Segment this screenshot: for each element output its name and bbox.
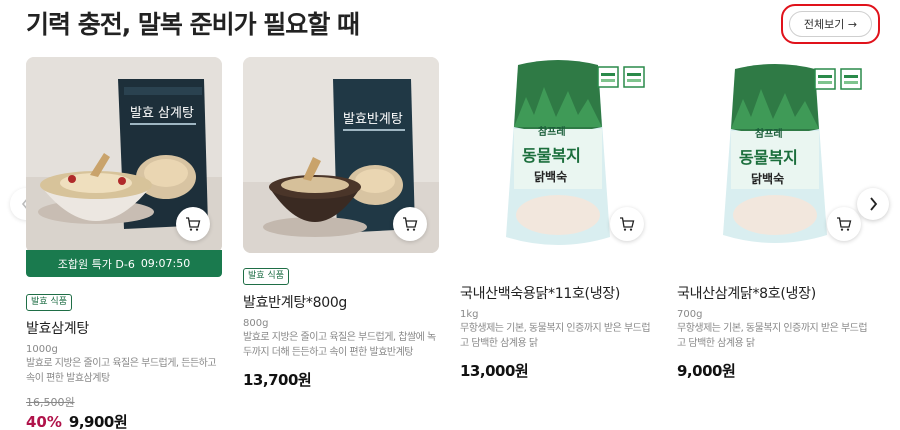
- view-all-highlight: 전체보기 →: [781, 4, 880, 44]
- deal-timer: 09:07:50: [140, 257, 191, 270]
- product-description: 무항생제는 기본, 동물복지 인증까지 받은 부드럽고 담백한 삼계용 닭: [677, 323, 868, 349]
- product-card[interactable]: 발효반계탕 발효 식품 발효반계탕*800g 800g 발효로 지방은 줄이고 …: [243, 57, 439, 389]
- chevron-right-icon: [870, 197, 878, 211]
- product-tag: 발효 식품: [243, 268, 289, 285]
- package-subtitle: 닭백숙: [534, 169, 567, 184]
- product-image[interactable]: 발효 삼계탕: [26, 57, 222, 253]
- product-card[interactable]: 참프레 동물복지 닭백숙 국내산삼계닭*8호(냉장) 700g 무항생제는 기본…: [677, 57, 873, 380]
- product-name[interactable]: 국내산백숙용닭*11호(냉장): [460, 283, 656, 303]
- original-price: 16,500원: [26, 396, 75, 409]
- package-brand: 참프레: [538, 125, 566, 138]
- product-tag: 발효 식품: [26, 294, 72, 311]
- package-title: 동물복지: [522, 146, 581, 165]
- add-to-cart-button[interactable]: [827, 207, 861, 241]
- product-price: 13,000원: [460, 362, 529, 380]
- package-subtitle: 닭백숙: [751, 171, 784, 186]
- add-to-cart-button[interactable]: [610, 207, 644, 241]
- package-label: 발효 삼계탕: [130, 106, 194, 121]
- sale-price: 9,900원: [68, 413, 128, 430]
- product-weight: 700g: [677, 309, 703, 320]
- package-title: 동물복지: [739, 148, 798, 167]
- deal-countdown-bar: 조합원 특가 D-6 09:07:50: [26, 250, 222, 277]
- add-to-cart-button[interactable]: [176, 207, 210, 241]
- product-name[interactable]: 발효삼계탕: [26, 318, 222, 338]
- product-name[interactable]: 국내산삼계닭*8호(냉장): [677, 283, 873, 303]
- cart-icon: [186, 217, 201, 231]
- product-weight: 800g: [243, 318, 269, 329]
- carousel-next-button[interactable]: [857, 188, 889, 220]
- product-image[interactable]: 발효반계탕: [243, 57, 439, 253]
- discount-rate: 40%: [26, 413, 62, 430]
- cart-icon: [620, 217, 635, 231]
- package-label: 발효반계탕: [343, 112, 403, 127]
- cart-icon: [403, 217, 418, 231]
- product-description: 발효로 지방은 줄이고 육질은 부드럽게, 찹쌀에 녹두까지 더해 든든하고 속…: [243, 332, 436, 358]
- cart-icon: [837, 217, 852, 231]
- product-weight: 1000g: [26, 344, 58, 355]
- add-to-cart-button[interactable]: [393, 207, 427, 241]
- product-price: 9,000원: [677, 362, 736, 380]
- product-description: 발효로 지방은 줄이고 육질은 부드럽게, 든든하고 속이 편한 발효삼계탕: [26, 358, 217, 384]
- product-name[interactable]: 발효반계탕*800g: [243, 292, 439, 312]
- deal-label: 조합원 특가 D-6: [57, 257, 135, 271]
- product-image[interactable]: 참프레 동물복지 닭백숙: [460, 57, 656, 253]
- product-description: 무항생제는 기본, 동물복지 인증까지 받은 부드럽고 담백한 삼계용 닭: [460, 323, 651, 349]
- product-image[interactable]: 참프레 동물복지 닭백숙: [677, 57, 873, 253]
- package-brand: 참프레: [755, 127, 783, 140]
- section-title: 기력 충전, 말복 준비가 필요할 때: [26, 10, 360, 39]
- product-weight: 1kg: [460, 309, 479, 320]
- product-card[interactable]: 발효 삼계탕 조합원 특가 D-6 09:07:50 발효 식품 발효삼계탕 1…: [26, 57, 222, 430]
- product-price: 13,700원: [243, 371, 312, 389]
- product-card[interactable]: 참프레 동물복지 닭백숙 국내산백숙용닭*11호(냉장) 1kg 무항생제는 기…: [460, 57, 656, 380]
- view-all-button[interactable]: 전체보기 →: [789, 11, 872, 37]
